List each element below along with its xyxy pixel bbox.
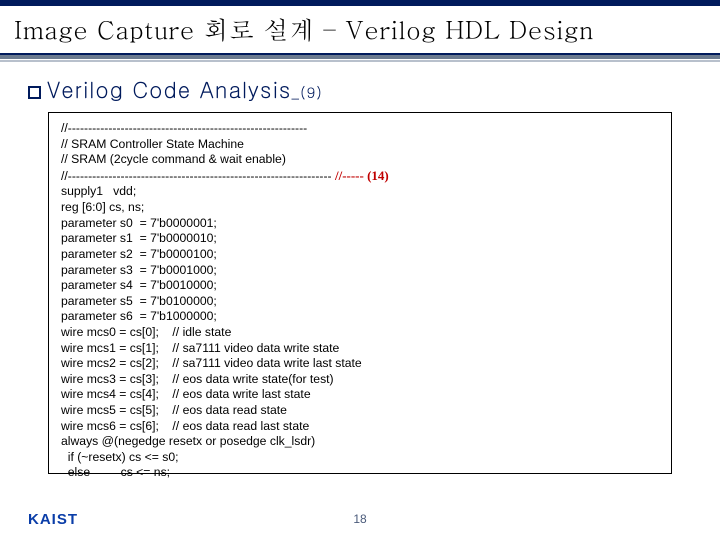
page-number: 18 [0, 512, 720, 526]
subtitle: Verilog Code Analysis_(9) [28, 74, 323, 105]
bullet-icon [28, 86, 41, 99]
code-header: //--------------------------------------… [61, 121, 335, 183]
top-stripe [0, 0, 720, 6]
line-annotation: //----- (14) [335, 168, 389, 183]
code-body: supply1 vdd; reg [6:0] cs, ns; parameter… [61, 184, 659, 481]
slide-title: Image Capture 회로 설계 – Verilog HDL Design [14, 12, 594, 47]
code-listing: //--------------------------------------… [48, 112, 672, 474]
title-bar: Image Capture 회로 설계 – Verilog HDL Design [0, 8, 720, 59]
subtitle-main: Verilog Code Analysis [47, 74, 291, 105]
subtitle-suffix: _(9) [291, 82, 322, 103]
stripe-mid [0, 55, 720, 59]
stripe-light [0, 60, 720, 62]
